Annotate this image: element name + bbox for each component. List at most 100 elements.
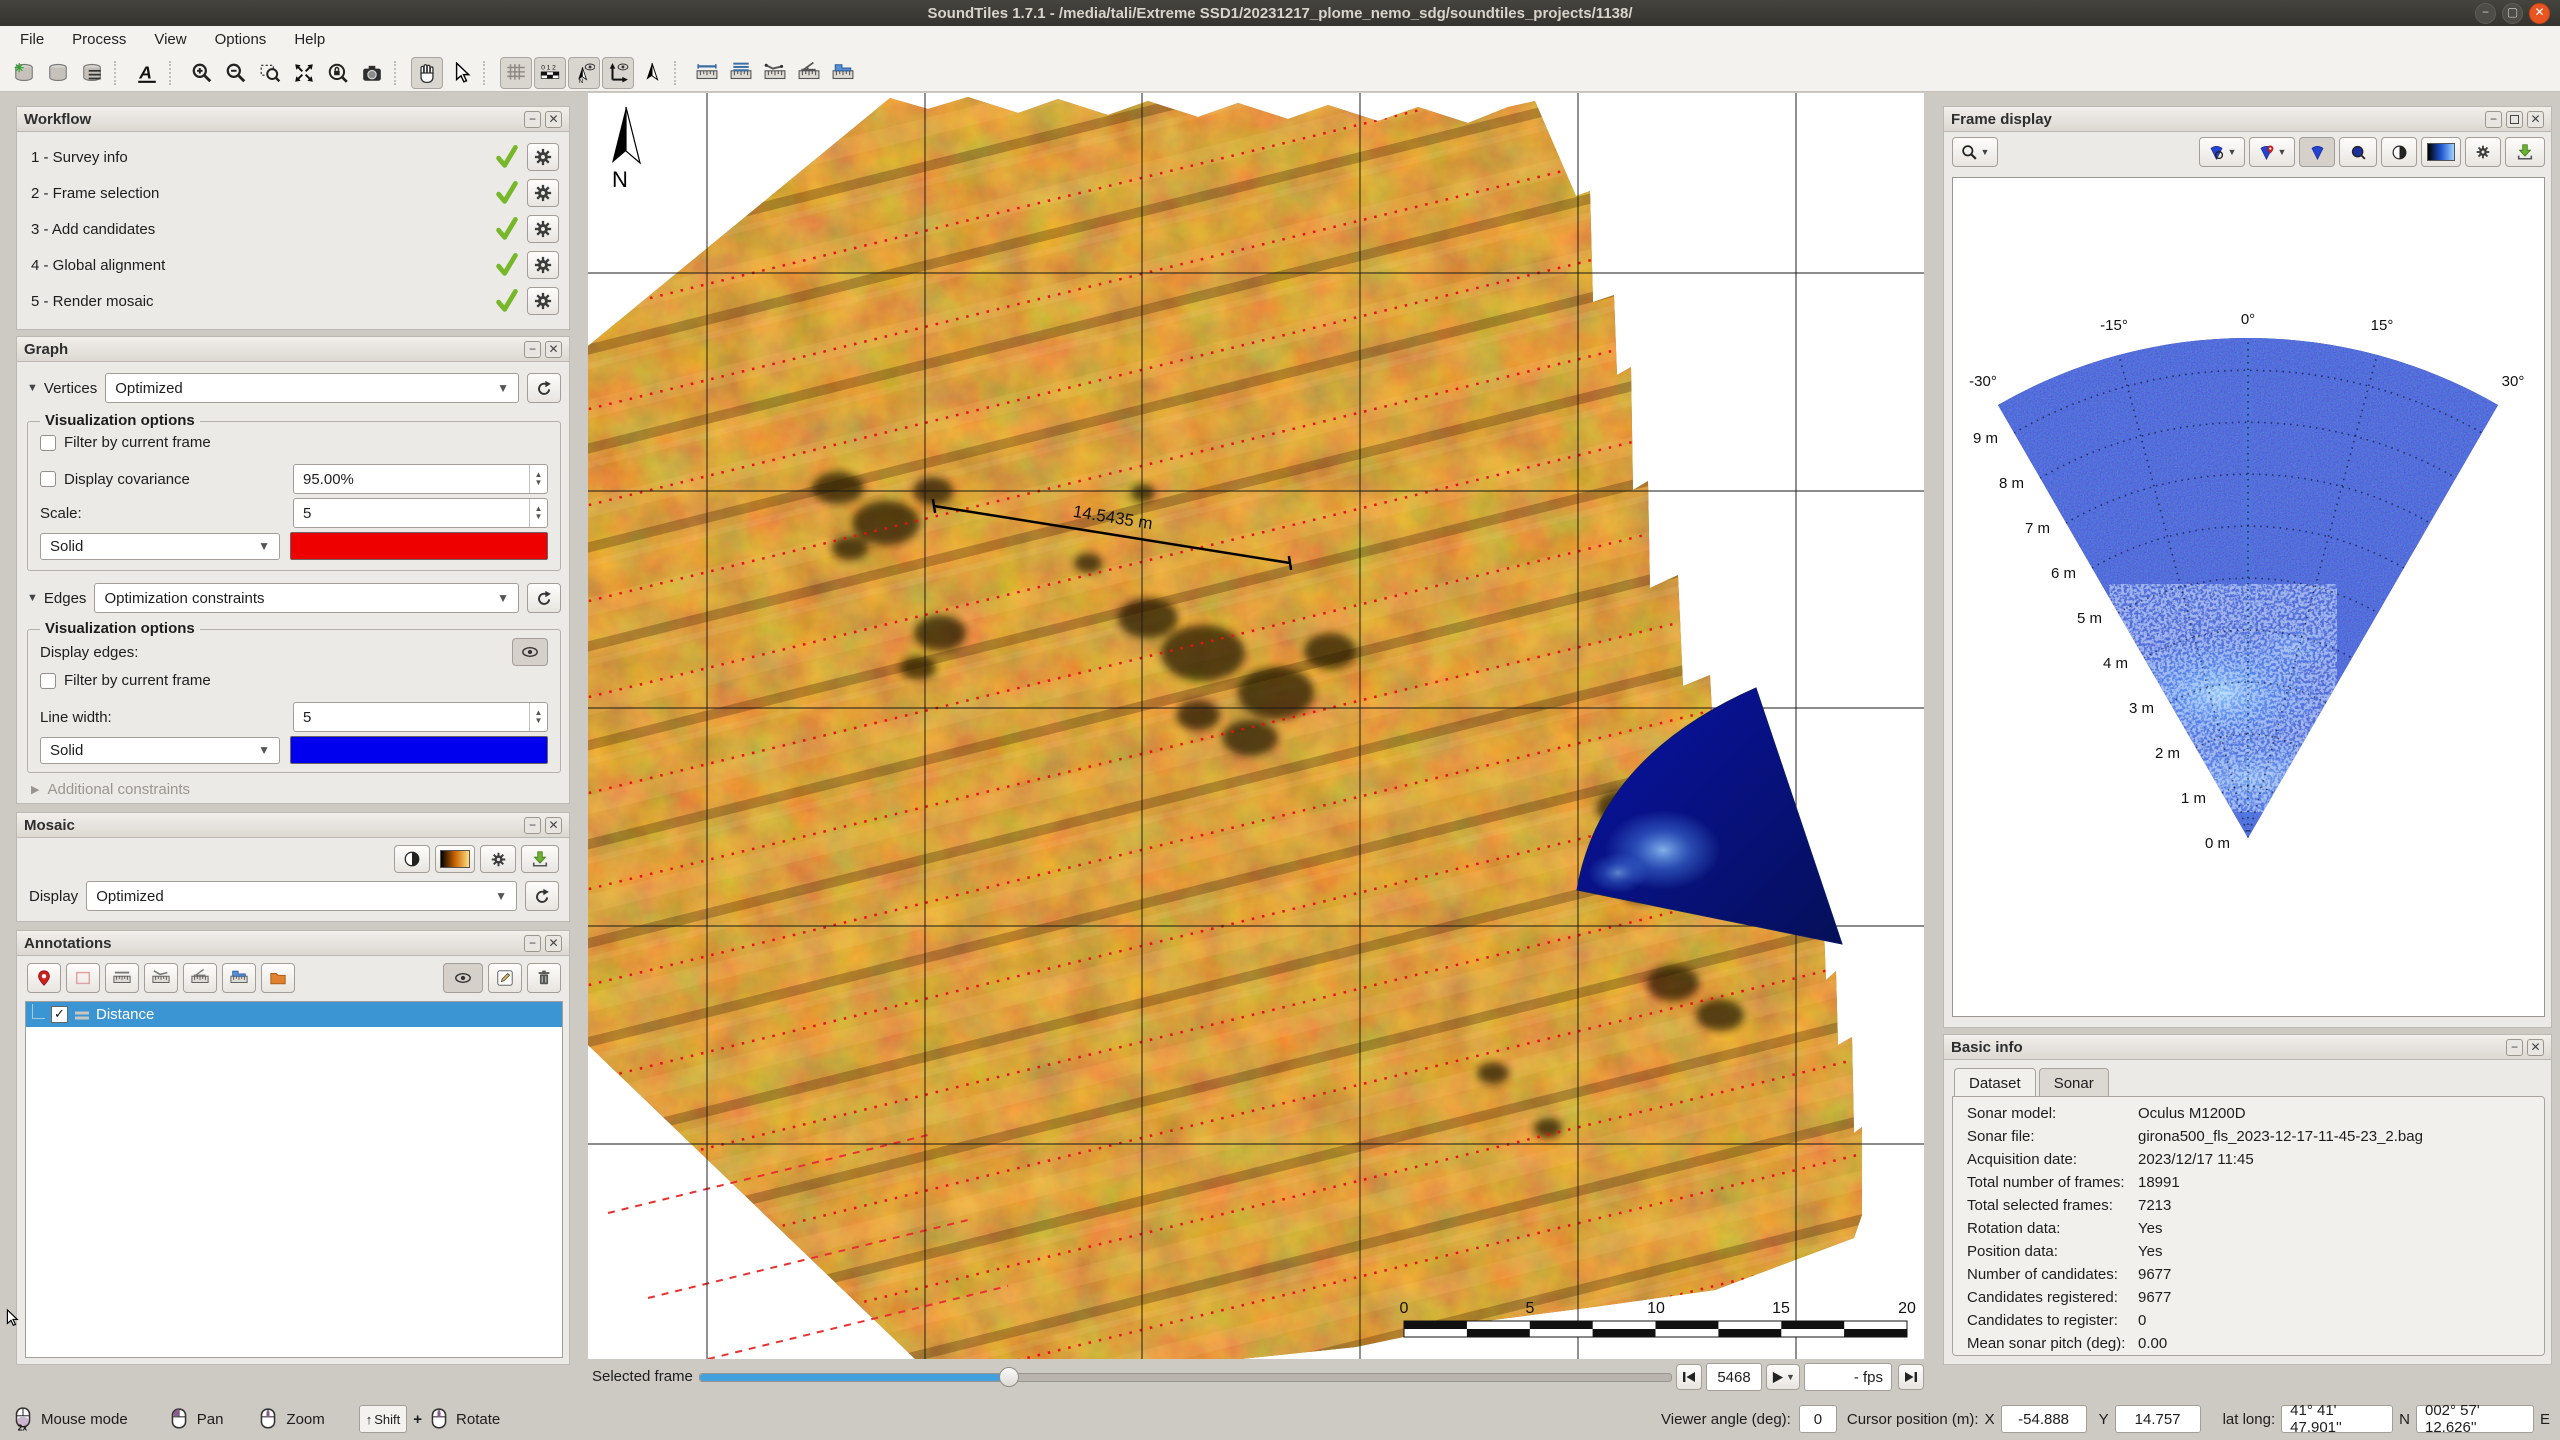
close-window-button[interactable]: ✕: [2529, 3, 2550, 24]
mosaic-refresh-button[interactable]: [525, 881, 559, 911]
annotation-edit-button[interactable]: [488, 963, 522, 993]
edge-color-swatch[interactable]: [290, 736, 548, 764]
fan-detect-button[interactable]: [2339, 137, 2377, 167]
fan-inspect-button[interactable]: ▼: [2199, 137, 2245, 167]
menu-help[interactable]: Help: [280, 26, 339, 54]
add-polyline-button[interactable]: [144, 963, 178, 993]
toggle-axes-visibility-button[interactable]: [602, 56, 634, 89]
maximize-window-button[interactable]: ▢: [2502, 3, 2523, 24]
project-properties-button[interactable]: [76, 57, 108, 89]
spin-arrows-icon[interactable]: ▲ ▼: [529, 499, 547, 527]
add-area-button[interactable]: [222, 963, 256, 993]
sonar-fan-view[interactable]: -30° -15° 0° 15° 30° 0 m 1 m 2 m 3 m 4 m…: [1952, 177, 2545, 1017]
menu-view[interactable]: View: [140, 26, 200, 54]
annotations-close-button[interactable]: ✕: [545, 934, 562, 952]
mosaic-close-button[interactable]: ✕: [545, 816, 562, 834]
play-button[interactable]: ▼: [1766, 1364, 1800, 1390]
first-frame-button[interactable]: [1676, 1364, 1702, 1390]
measure-multiline-button[interactable]: [725, 57, 757, 89]
vertex-color-swatch[interactable]: [290, 532, 548, 560]
zoom-in-button[interactable]: [186, 57, 218, 89]
annotation-font-button[interactable]: A: [131, 57, 163, 89]
edges-dropdown[interactable]: Optimization constraints ▼: [94, 583, 519, 613]
basic-info-minimize-button[interactable]: −: [2506, 1038, 2523, 1056]
last-frame-button[interactable]: [1898, 1364, 1924, 1390]
frame-number-spinbox[interactable]: 5468: [1706, 1363, 1762, 1391]
mosaic-minimize-button[interactable]: −: [524, 816, 541, 834]
edge-filter-checkbox[interactable]: [40, 672, 56, 689]
frame-display-minimize-button[interactable]: −: [2485, 110, 2502, 128]
frame-colormap-button[interactable]: [2421, 137, 2461, 167]
frame-settings-button[interactable]: [2465, 137, 2501, 167]
frame-slider[interactable]: [699, 1367, 1672, 1387]
mosaic-display-dropdown[interactable]: Optimized ▼: [86, 881, 517, 911]
vertices-refresh-button[interactable]: [527, 373, 561, 403]
add-marker-button[interactable]: [27, 963, 61, 993]
mosaic-canvas[interactable]: 14.5435 m N 0 5 10 15 20: [588, 93, 1924, 1360]
covariance-spinbox[interactable]: 95.00% ▲ ▼: [293, 464, 548, 494]
annotation-delete-button[interactable]: [527, 963, 561, 993]
fan-view-toggle-button[interactable]: [2299, 137, 2335, 167]
collapse-caret-icon[interactable]: ▼: [27, 592, 38, 604]
zoom-region-button[interactable]: [254, 57, 286, 89]
collapse-caret-icon[interactable]: ▼: [27, 382, 38, 394]
new-project-button[interactable]: ✳: [8, 57, 40, 89]
frame-zoom-button[interactable]: ▼: [1952, 137, 1998, 167]
frame-export-button[interactable]: [2505, 137, 2545, 167]
frame-selection-settings-button[interactable]: [527, 179, 559, 207]
measure-distance-button[interactable]: [691, 57, 723, 89]
toggle-north-visibility-button[interactable]: N: [568, 56, 600, 89]
spin-arrows-icon[interactable]: ▲ ▼: [529, 465, 547, 493]
basic-info-close-button[interactable]: ✕: [2527, 1038, 2544, 1056]
spin-arrows-icon[interactable]: ▲ ▼: [529, 703, 547, 731]
display-covariance-checkbox[interactable]: [40, 471, 56, 487]
annotation-checkbox[interactable]: ✓: [51, 1006, 68, 1023]
graph-close-button[interactable]: ✕: [545, 340, 562, 358]
line-width-spinbox[interactable]: 5 ▲ ▼: [293, 702, 548, 732]
edges-refresh-button[interactable]: [527, 583, 561, 613]
add-candidates-settings-button[interactable]: [527, 215, 559, 243]
frame-slider-handle[interactable]: [998, 1367, 1019, 1387]
fan-marker-button[interactable]: ▼: [2249, 137, 2295, 167]
frame-display-close-button[interactable]: ✕: [2527, 110, 2544, 128]
add-distance-button[interactable]: [105, 963, 139, 993]
select-tool-button[interactable]: [445, 57, 477, 89]
edge-style-dropdown[interactable]: Solid ▼: [40, 736, 280, 764]
measure-angle-button[interactable]: [793, 57, 825, 89]
display-edges-eye-button[interactable]: [512, 638, 548, 666]
mosaic-export-button[interactable]: [521, 845, 559, 873]
global-alignment-settings-button[interactable]: [527, 251, 559, 279]
menu-process[interactable]: Process: [58, 26, 140, 54]
scale-spinbox[interactable]: 5 ▲ ▼: [293, 498, 548, 528]
additional-constraints-row[interactable]: ▶ Additional constraints: [31, 781, 190, 798]
frame-display-float-button[interactable]: [2506, 110, 2523, 128]
pan-tool-button[interactable]: [411, 56, 443, 89]
vertex-style-dropdown[interactable]: Solid ▼: [40, 532, 280, 560]
mosaic-colormap-button[interactable]: [435, 845, 475, 873]
annotations-minimize-button[interactable]: −: [524, 934, 541, 952]
vertices-dropdown[interactable]: Optimized ▼: [105, 373, 519, 403]
viewer-angle-field[interactable]: 0: [1798, 1405, 1837, 1433]
graph-minimize-button[interactable]: −: [524, 340, 541, 358]
add-rectangle-button[interactable]: [66, 963, 100, 993]
zoom-lock-button[interactable]: [322, 57, 354, 89]
mosaic-contrast-button[interactable]: [394, 845, 430, 873]
menu-file[interactable]: File: [6, 26, 58, 54]
workflow-close-button[interactable]: ✕: [545, 110, 562, 128]
annotation-folder-button[interactable]: [261, 963, 295, 993]
toggle-scalebar-button[interactable]: 0 1 2: [534, 56, 566, 89]
mosaic-render-settings-button[interactable]: [480, 845, 516, 873]
frame-contrast-button[interactable]: [2381, 137, 2417, 167]
zoom-fit-button[interactable]: [288, 57, 320, 89]
north-arrow-button[interactable]: [636, 57, 668, 89]
filter-by-frame-checkbox[interactable]: [40, 434, 56, 451]
annotation-visibility-button[interactable]: [443, 963, 483, 993]
measure-polyline-button[interactable]: [759, 57, 791, 89]
zoom-out-button[interactable]: [220, 57, 252, 89]
measure-area-button[interactable]: [827, 57, 859, 89]
open-project-button[interactable]: [42, 57, 74, 89]
menu-options[interactable]: Options: [201, 26, 281, 54]
survey-info-settings-button[interactable]: [527, 143, 559, 171]
add-angle-button[interactable]: [183, 963, 217, 993]
tab-sonar[interactable]: Sonar: [2038, 1068, 2109, 1097]
